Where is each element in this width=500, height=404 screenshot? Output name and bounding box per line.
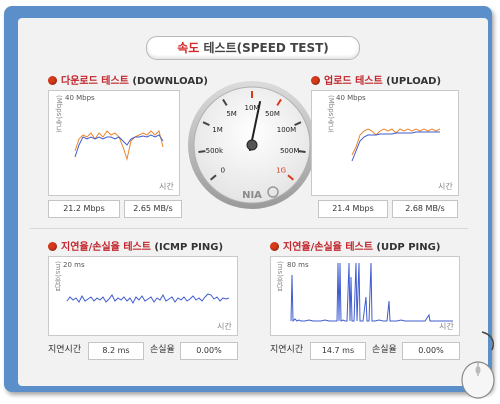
upload-plot [351, 128, 441, 162]
section-divider [30, 228, 468, 229]
udp-latency-label: 지연시간 [270, 345, 304, 355]
upload-xlabel: 시간 [438, 182, 453, 191]
upload-mbs-field: 2.68 MB/s [392, 200, 458, 218]
udp-xlabel: 시간 [439, 322, 454, 331]
gauge-label: 1M [212, 126, 223, 134]
red-dot-icon [270, 242, 279, 251]
mouse-icon [461, 331, 495, 399]
download-plot [74, 130, 164, 161]
icmp-xlabel: 시간 [217, 322, 232, 331]
icmp-graph: 20 ms (ms)응답 시간 [48, 256, 238, 336]
red-dot-icon [48, 242, 57, 251]
gauge-label: 0 [221, 166, 225, 174]
download-section-title: 다운로드 테스트 (DOWNLOAD) [48, 72, 208, 87]
speed-gauge: 0500k1M5M10M50M100M500M1G NIA [188, 81, 316, 209]
gauge-label: 1G [276, 166, 286, 174]
udp-section-title: 지연율/손실율 테스트 (UDP PING) [270, 238, 440, 253]
icmp-latency-label: 지연시간 [48, 345, 82, 355]
download-graph: 40 Mbps (Mbps)속도 시간 [48, 90, 180, 196]
udp-loss-field: 0.00% [402, 342, 460, 360]
download-mbs-field: 2.65 MB/s [124, 200, 182, 218]
upload-mbps-field: 21.4 Mbps [318, 200, 388, 218]
download-mbps-field: 21.2 Mbps [48, 200, 120, 218]
udp-plot [290, 262, 453, 323]
gauge-label: 50M [265, 110, 280, 118]
gauge-hub [246, 139, 258, 151]
gauge-tick [198, 150, 206, 154]
udp-latency-field: 14.7 ms [310, 342, 366, 360]
gauge-tick [298, 150, 306, 154]
upload-section-title: 업로드 테스트 (UPLOAD) [311, 72, 441, 87]
icmp-latency-field: 8.2 ms [88, 342, 144, 360]
page-title: 속도 테스트(SPEED TEST) [146, 36, 360, 60]
nia-logo: NIA [242, 190, 262, 201]
udp-loss-label: 손실율 [372, 345, 397, 355]
download-xlabel: 시간 [159, 182, 174, 191]
gauge-label: 5M [226, 110, 237, 118]
gauge-label: 100M [277, 126, 296, 134]
icmp-loss-label: 손실율 [150, 345, 175, 355]
upload-graph: 40 Mbps (Mbps)속도 시간 [311, 90, 459, 196]
gauge-label: 500k [206, 147, 224, 155]
icmp-section-title: 지연율/손실율 테스트 (ICMP PING) [48, 238, 223, 253]
icmp-loss-field: 0.00% [180, 342, 238, 360]
udp-graph: 80 ms (ms)응답 시간 [270, 256, 460, 336]
red-dot-icon [311, 76, 320, 85]
icmp-plot [66, 293, 230, 305]
red-dot-icon [48, 76, 57, 85]
gauge-label: 500M [280, 147, 299, 155]
